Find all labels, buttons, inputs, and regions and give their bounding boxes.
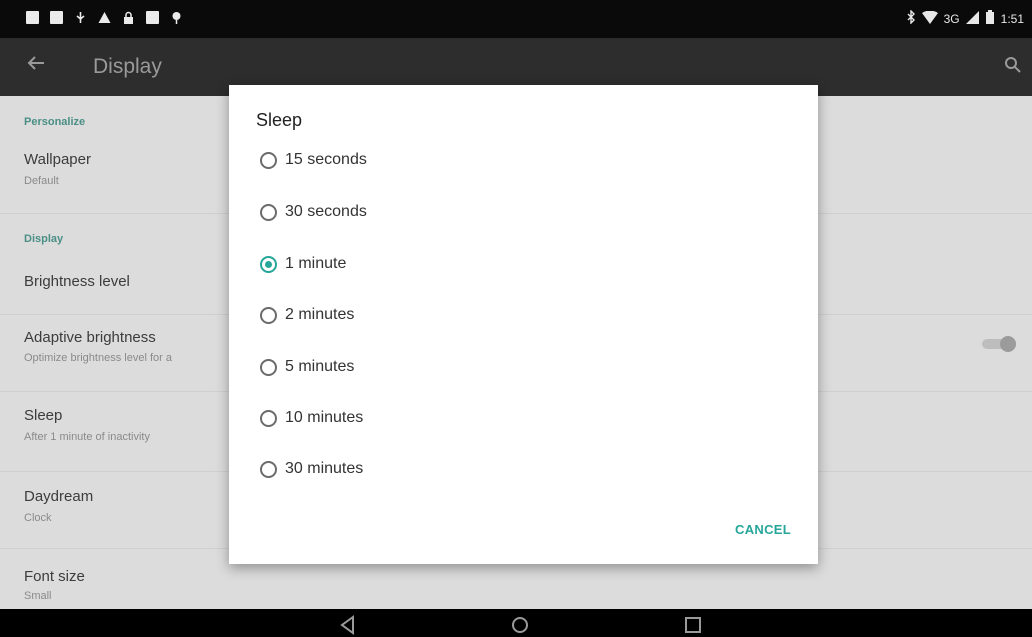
setting-font-size-subtitle: Small (24, 590, 52, 602)
section-header-display: Display (24, 233, 64, 245)
usb-icon (74, 11, 87, 24)
setting-adaptive-subtitle: Optimize brightness level for a (24, 352, 172, 364)
setting-adaptive-title[interactable]: Adaptive brightness (24, 329, 156, 346)
option-label: 10 minutes (285, 409, 364, 426)
warning-icon (98, 11, 111, 24)
option-label: 2 minutes (285, 306, 355, 323)
signal-icon (965, 10, 979, 27)
status-bar: 3G 1:51 (0, 0, 1032, 38)
search-icon[interactable] (1004, 56, 1022, 74)
option-label: 15 seconds (285, 151, 367, 168)
image-notification-icon-2 (50, 11, 63, 24)
clock: 1:51 (1000, 11, 1024, 26)
recents-nav-icon[interactable] (683, 615, 703, 635)
option-label: 5 minutes (285, 358, 355, 375)
setting-daydream-subtitle: Clock (24, 512, 52, 524)
notification-icons (26, 11, 183, 24)
option-label: 30 seconds (285, 203, 367, 220)
network-type: 3G (943, 11, 960, 26)
setting-wallpaper-subtitle: Default (24, 175, 59, 187)
sleep-option-1-minute[interactable]: 1 minute (260, 252, 346, 276)
radio-button[interactable] (260, 409, 277, 427)
adaptive-brightness-toggle[interactable] (980, 336, 1016, 352)
navigation-bar (0, 609, 1032, 637)
radio-button[interactable] (260, 151, 277, 169)
sleep-option-15-seconds[interactable]: 15 seconds (260, 148, 367, 172)
radio-button[interactable] (260, 460, 277, 478)
dialog-title: Sleep (256, 110, 303, 130)
setting-wallpaper-title[interactable]: Wallpaper (24, 151, 91, 168)
sleep-option-30-seconds[interactable]: 30 seconds (260, 200, 367, 224)
option-label: 1 minute (285, 255, 347, 272)
setting-sleep-subtitle: After 1 minute of inactivity (24, 431, 150, 443)
option-label: 30 minutes (285, 460, 364, 477)
wifi-icon (921, 10, 938, 27)
radio-button[interactable] (260, 203, 277, 221)
cancel-button[interactable]: CANCEL (735, 522, 791, 537)
setting-brightness-title[interactable]: Brightness level (24, 273, 130, 290)
toggle-thumb (1000, 336, 1016, 352)
back-arrow-icon[interactable] (26, 53, 50, 77)
sleep-option-30-minutes[interactable]: 30 minutes (260, 457, 363, 481)
radio-button-selected[interactable] (260, 255, 277, 273)
setting-font-size-title[interactable]: Font size (24, 568, 85, 585)
back-nav-icon[interactable] (338, 615, 358, 635)
sleep-option-10-minutes[interactable]: 10 minutes (260, 406, 363, 430)
bluetooth-icon (906, 9, 916, 27)
sleep-dialog: Sleep 15 seconds 30 seconds 1 minute 2 m… (229, 85, 818, 564)
sleep-option-2-minutes[interactable]: 2 minutes (260, 303, 354, 327)
page-title: Display (93, 55, 162, 78)
image-notification-icon (26, 11, 39, 24)
radio-button[interactable] (260, 306, 277, 324)
radio-button[interactable] (260, 358, 277, 376)
setting-daydream-title[interactable]: Daydream (24, 488, 93, 505)
battery-icon (985, 10, 995, 27)
section-header-personalize: Personalize (24, 116, 86, 128)
location-icon (170, 11, 183, 24)
home-nav-icon[interactable] (510, 615, 530, 635)
setting-sleep-title[interactable]: Sleep (24, 407, 62, 424)
sd-card-icon (146, 11, 159, 24)
screen: 3G 1:51 Display Personalize Wallpaper De… (0, 0, 1032, 637)
lock-icon (122, 11, 135, 24)
system-status: 3G 1:51 (906, 9, 1024, 27)
sleep-option-5-minutes[interactable]: 5 minutes (260, 355, 354, 379)
